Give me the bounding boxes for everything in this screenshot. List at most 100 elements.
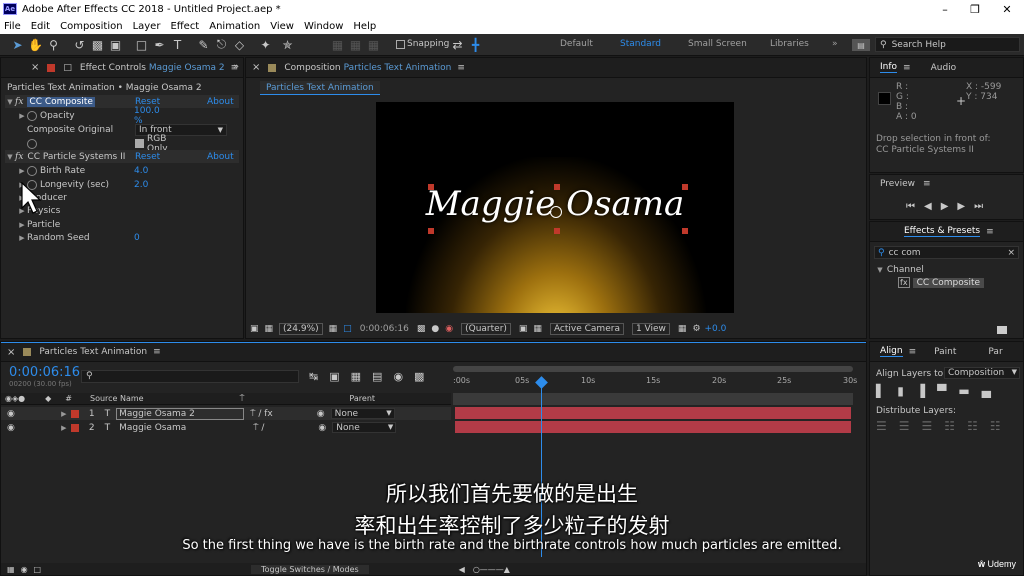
layer-switches[interactable]: ⍑ /	[253, 423, 264, 433]
effect-cc-particle-row[interactable]: ▼ fx CC Particle Systems II Reset About	[5, 150, 239, 163]
workspace-small-screen[interactable]: Small Screen	[688, 39, 747, 49]
pickwhip-icon[interactable]: ◉	[317, 409, 325, 419]
layer-row[interactable]: ◉ ▶ 2 T Maggie Osama ⍑ / ◉ None ▼	[1, 421, 451, 434]
layer-duration-bar[interactable]	[455, 407, 851, 419]
expand-arrow-icon[interactable]: ▶	[17, 221, 27, 229]
label-color-icon[interactable]	[70, 409, 79, 418]
selection-tool-icon[interactable]: ➤	[10, 37, 25, 52]
layer-name[interactable]: Maggie Osama 2	[116, 407, 245, 420]
av-features-icon[interactable]: ◉◈●	[5, 394, 25, 403]
effects-search-input[interactable]: ⚲ cc com ×	[874, 246, 1019, 259]
menu-file[interactable]: File	[4, 21, 21, 32]
axis-icon[interactable]: ▦	[330, 37, 345, 52]
composition-tab-prefix[interactable]: Composition	[284, 63, 340, 73]
graph-editor-icon[interactable]: ▩	[414, 370, 424, 383]
menu-window[interactable]: Window	[304, 21, 343, 32]
close-tab-icon[interactable]: ×	[252, 62, 260, 73]
label-color-icon[interactable]	[70, 423, 79, 432]
time-navigator[interactable]	[453, 366, 853, 372]
collapse-arrow-icon[interactable]: ▼	[5, 98, 15, 106]
timeline-timecode[interactable]: 0:00:06:16	[9, 365, 80, 380]
info-tab[interactable]: Info	[880, 62, 898, 73]
clear-search-icon[interactable]: ×	[1007, 248, 1015, 258]
expand-arrow-icon[interactable]: ▶	[17, 112, 27, 120]
pickwhip-icon[interactable]: ◉	[318, 423, 326, 433]
pen-tool-icon[interactable]: ✒	[152, 37, 167, 52]
composition-viewer[interactable]: Maggie Osama	[376, 102, 734, 313]
panel-menu-icon[interactable]: ≡	[909, 347, 917, 357]
distribute-right-icon[interactable]: ☷	[990, 419, 1001, 433]
snapshot-icon[interactable]: ▣	[250, 324, 259, 334]
transform-handle[interactable]	[428, 184, 434, 190]
panel-menu-icon[interactable]: ≡	[457, 63, 465, 73]
align-tab[interactable]: Align	[880, 346, 903, 357]
search-toggle-icon[interactable]: ▤	[852, 39, 870, 51]
effect-result-item[interactable]: fx CC Composite	[898, 277, 985, 288]
layer-name[interactable]: Maggie Osama	[119, 423, 247, 433]
reset-exposure-icon[interactable]: ⚙	[692, 324, 700, 334]
paint-tab[interactable]: Paint	[934, 347, 956, 357]
panel-menu-icon[interactable]: ≡	[903, 63, 911, 73]
effects-presets-tab[interactable]: Effects & Presets	[904, 226, 981, 237]
toggle-switches-modes-button[interactable]: Toggle Switches / Modes	[251, 564, 369, 574]
align-top-icon[interactable]: ▀	[937, 384, 946, 398]
menu-help[interactable]: Help	[353, 21, 376, 32]
zoom-slider[interactable]: ○———▲	[473, 565, 510, 574]
frame-blend-icon[interactable]: ▤	[372, 370, 382, 383]
transform-handle[interactable]	[682, 184, 688, 190]
effect-controls-tab-layer[interactable]: Maggie Osama 2	[149, 63, 225, 73]
fast-preview-icon[interactable]: ▣	[519, 324, 528, 334]
distribute-top-icon[interactable]: ☰	[876, 419, 887, 433]
workspace-libraries[interactable]: Libraries	[770, 39, 809, 49]
camera-tool-icon[interactable]: ▩	[90, 37, 105, 52]
visibility-icon[interactable]: ◉	[7, 409, 15, 419]
pan-behind-icon[interactable]: ▣	[108, 37, 123, 52]
fx-icon[interactable]: fx	[15, 97, 23, 107]
distribute-bottom-icon[interactable]: ☰	[922, 419, 933, 433]
paragraph-tab[interactable]: Par	[988, 347, 1002, 357]
transform-handle[interactable]	[428, 228, 434, 234]
birth-rate-value[interactable]: 4.0	[134, 166, 148, 176]
transform-handle[interactable]	[554, 228, 560, 234]
rectangle-tool-icon[interactable]: □	[134, 37, 149, 52]
snapping-checkbox[interactable]	[396, 40, 405, 49]
align-hcenter-icon[interactable]: ▮	[897, 384, 904, 398]
panel-menu-icon[interactable]: ≡	[986, 227, 994, 237]
expand-arrow-icon[interactable]: ▶	[59, 410, 69, 418]
clone-stamp-icon[interactable]: ⎋	[214, 37, 229, 52]
expand-arrow-icon[interactable]: ▶	[17, 167, 27, 175]
stopwatch-icon[interactable]	[27, 110, 37, 121]
show-snapshot-icon[interactable]: ●	[431, 324, 439, 334]
stopwatch-icon[interactable]	[27, 165, 37, 176]
stopwatch-icon[interactable]	[27, 138, 37, 149]
source-name-header[interactable]: Source Name	[90, 394, 144, 403]
axis-view-icon[interactable]: ▦	[366, 37, 381, 52]
layer-duration-bar[interactable]	[455, 421, 851, 433]
time-ruler[interactable]: :00s 05s 10s 15s 20s 25s 30s	[453, 376, 857, 388]
resolution-dropdown[interactable]: (Quarter)	[461, 323, 511, 335]
switches-header-icon[interactable]: ⍑	[240, 394, 245, 404]
views-dropdown[interactable]: 1 View	[631, 323, 670, 335]
current-time[interactable]: 0:00:06:16	[360, 324, 409, 334]
layer-switches[interactable]: ⍑ / fx	[250, 409, 273, 419]
workspace-default[interactable]: Default	[560, 39, 593, 49]
snap-feature-icon[interactable]: ╋	[468, 37, 483, 52]
effect-name[interactable]: CC Particle Systems II	[27, 152, 125, 162]
region-icon[interactable]: □	[343, 324, 352, 334]
shy-icon[interactable]: ▦	[351, 370, 361, 383]
timeline-tab[interactable]: Particles Text Animation	[39, 347, 147, 357]
collapse-arrow-icon[interactable]: ▼	[876, 266, 884, 274]
menu-animation[interactable]: Animation	[209, 21, 260, 32]
draft-3d-icon[interactable]: ▣	[329, 370, 339, 383]
play-icon[interactable]: ▶	[941, 201, 949, 212]
transfer-controls-icon[interactable]: ◉	[21, 565, 28, 574]
rgb-only-checkbox[interactable]	[135, 139, 144, 148]
menu-effect[interactable]: Effect	[170, 21, 199, 32]
effect-cc-composite-row[interactable]: ▼ fx CC Composite Reset About	[5, 95, 239, 108]
collapse-arrow-icon[interactable]: ▼	[5, 153, 15, 161]
transform-handle[interactable]	[682, 228, 688, 234]
brush-tool-icon[interactable]: ✎	[196, 37, 211, 52]
zoom-dropdown[interactable]: (24.9%)	[279, 323, 323, 335]
comp-text-layer[interactable]: Maggie Osama	[376, 184, 734, 224]
label-column-icon[interactable]: ◆	[45, 394, 51, 403]
